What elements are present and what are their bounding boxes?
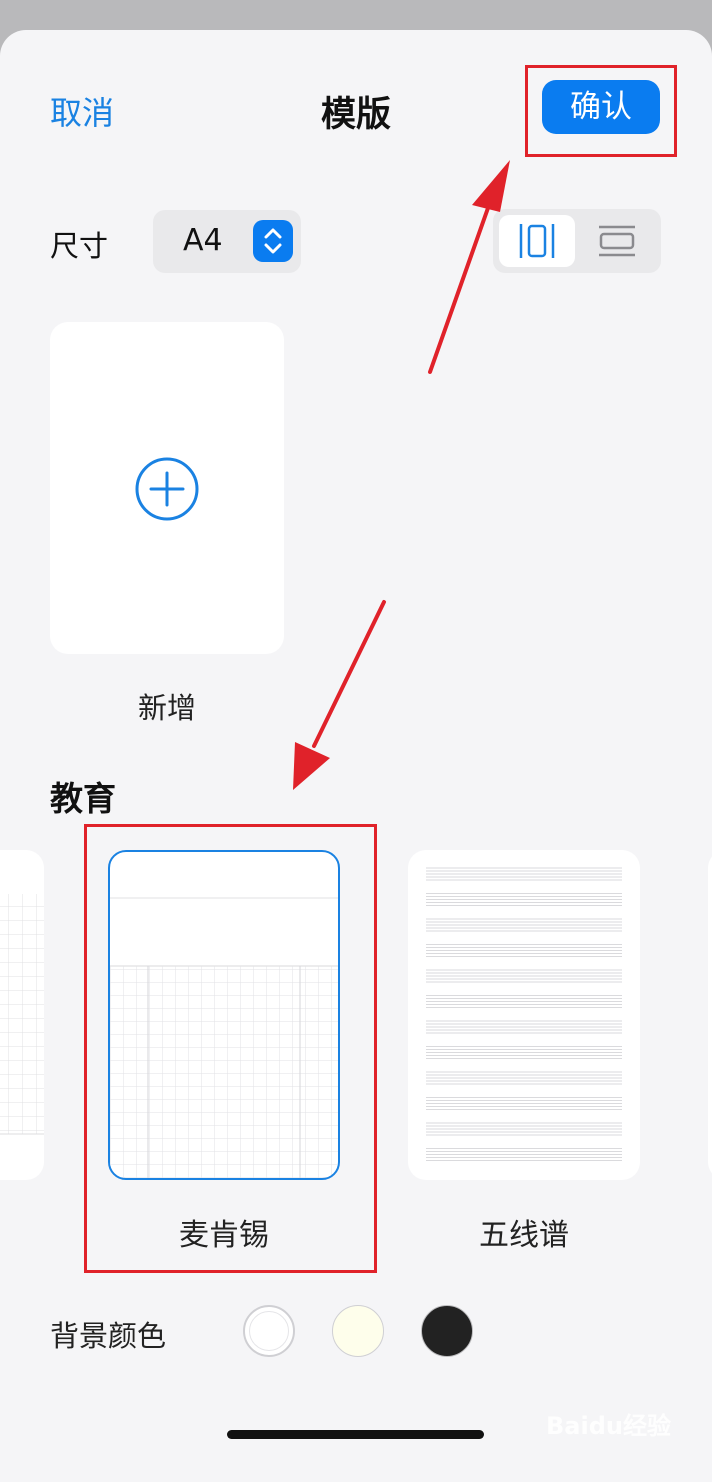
annotation-arrows — [293, 160, 510, 790]
arrow-down-icon — [293, 742, 330, 790]
template-sheet: 取消 模版 确认 尺寸 A4 新增 教育 麦肯锡 五线谱 背景颜色 Baidu经… — [0, 30, 712, 1482]
arrow-up-icon — [472, 160, 510, 212]
